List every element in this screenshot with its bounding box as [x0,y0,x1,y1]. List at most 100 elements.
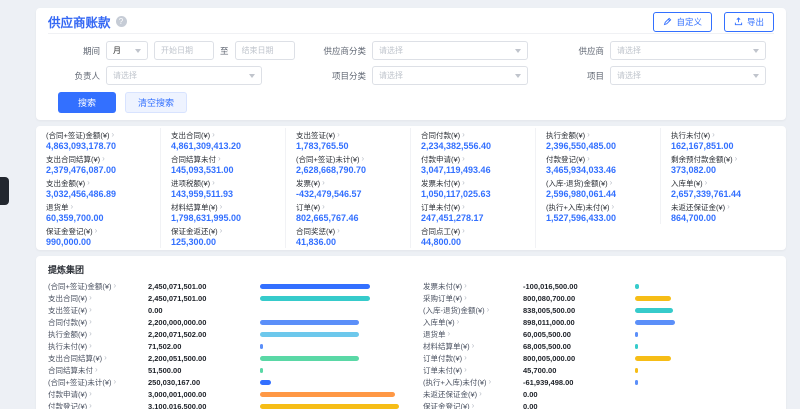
help-icon[interactable]: ? [116,16,127,27]
metric-card[interactable]: (执行+入库)未付(¥)›1,527,596,433.00 [536,200,661,224]
chart-row: 订单未付(¥)›45,700.00 [423,364,774,376]
chart-bar-track [635,380,774,385]
customize-button[interactable]: 自定义 [653,12,712,32]
chart-row-label[interactable]: 发票未付(¥)› [423,281,523,292]
chart-row-label[interactable]: 退货单› [423,329,523,340]
content: 供应商账款 ? 自定义 [36,8,786,409]
metric-card[interactable]: 订单未付(¥)›247,451,278.17 [411,200,536,224]
metric-card[interactable]: 未返还保证金(¥)›864,700.00 [661,200,786,224]
chart-row-label[interactable]: 入库单(¥)› [423,317,523,328]
metric-card[interactable]: 支出合同结算(¥)›2,379,476,087.00 [36,152,161,176]
sidebar-collapse-handle[interactable] [0,177,9,205]
chart-row-label[interactable]: 付款申请(¥)› [48,389,148,400]
metric-card[interactable]: 订单(¥)›802,665,767.46 [286,200,411,224]
metric-card[interactable]: 发票未付(¥)›1,050,117,025.63 [411,176,536,200]
chart-bar [260,392,395,397]
clear-search-button[interactable]: 清空搜索 [125,92,187,113]
owner-select[interactable]: 请选择 [106,66,262,85]
metric-value: 373,082.00 [671,165,776,175]
chart-row-label[interactable]: 材料结算单(¥)› [423,341,523,352]
chart-row: 订单付款(¥)›800,005,000.00 [423,352,774,364]
chart-row: 未返还保证金(¥)›0.00 [423,388,774,400]
metric-card[interactable]: 合同奖惩(¥)›41,836.00 [286,224,411,248]
header-card: 供应商账款 ? 自定义 [36,8,786,120]
chart-row-label[interactable]: (合同+签证)未计(¥)› [48,377,148,388]
period-unit-select[interactable]: 月 [106,41,148,60]
metric-card[interactable]: (合同+签证)金额(¥)›4,863,093,178.70 [36,128,161,152]
supplier-category-placeholder: 请选择 [379,45,403,56]
metric-card[interactable]: 合同点工(¥)›44,800.00 [411,224,536,248]
chevron-right-icon: › [95,366,98,374]
chart-row-label[interactable]: (入库-退货)金额(¥)› [423,305,523,316]
chart-row-value: 0.00 [523,390,635,399]
metric-card[interactable]: 材料结算单(¥)›1,798,631,995.00 [161,200,286,224]
chart-row-label[interactable]: 支出签证(¥)› [48,305,148,316]
chart-row-label[interactable]: 执行金额(¥)› [48,329,148,340]
chart-row-label[interactable]: (执行+入库)未付(¥)› [423,377,523,388]
chevron-right-icon: › [448,330,451,338]
chevron-right-icon: › [95,227,98,235]
supplier-select[interactable]: 请选择 [610,41,766,60]
chart-row-value: 60,005,500.00 [523,330,635,339]
metric-value: 2,628,668,790.70 [296,165,400,175]
chart-row-label[interactable]: (合同+签证)金额(¥)› [48,281,148,292]
chart-row-label[interactable]: 订单付款(¥)› [423,353,523,364]
search-button[interactable]: 搜索 [58,92,116,113]
metric-card[interactable]: 支出合同(¥)›4,861,309,413.20 [161,128,286,152]
project-category-select[interactable]: 请选择 [372,66,528,85]
chart-bar-track [260,380,399,385]
metric-card[interactable]: 剩余预付款金额(¥)›373,082.00 [661,152,786,176]
metric-card[interactable]: 合同付款(¥)›2,234,382,556.40 [411,128,536,152]
group-chart-card: 提炼集团 (合同+签证)金额(¥)›2,450,071,501.00支出合同(¥… [36,256,786,409]
chart-row-label[interactable]: 合同付款(¥)› [48,317,148,328]
chart-row-value: 838,005,500.00 [523,306,635,315]
metric-label: 进项税额(¥) [171,178,210,188]
metric-label: 材料结算单(¥) [171,202,218,212]
chevron-right-icon: › [89,306,92,314]
chevron-right-icon: › [464,366,467,374]
metric-label: 支出合同结算(¥) [46,154,100,164]
chart-row-label[interactable]: 付款登记(¥)› [48,401,148,409]
metric-card[interactable]: 退货单›60,359,700.00 [36,200,161,224]
chevron-right-icon: › [735,155,738,163]
chart-row-label[interactable]: 保证金登记(¥)› [423,401,523,409]
chart-row: (合同+签证)金额(¥)›2,450,071,501.00 [48,280,399,292]
metric-card[interactable]: 执行未付(¥)›162,167,851.00 [661,128,786,152]
metric-card[interactable]: 支出签证(¥)›1,783,765.50 [286,128,411,152]
chevron-right-icon: › [102,155,105,163]
chart-row-label[interactable]: 合同结算未付› [48,365,148,376]
metric-card[interactable]: 保证金登记(¥)›990,000.00 [36,224,161,248]
start-date-input[interactable] [154,41,214,60]
metric-card[interactable]: 支出金额(¥)›3,032,456,486.89 [36,176,161,200]
supplier-category-select[interactable]: 请选择 [372,41,528,60]
metric-card[interactable]: (入库-退货)金额(¥)›2,596,980,061.44 [536,176,661,200]
chart-row-label[interactable]: 订单未付(¥)› [423,365,523,376]
metric-card[interactable]: 付款申请(¥)›3,047,119,493.46 [411,152,536,176]
metric-card[interactable]: 入库单(¥)›2,657,339,761.44 [661,176,786,200]
chart-row-label[interactable]: 执行未付(¥)› [48,341,148,352]
metric-card[interactable]: 保证金返还(¥)›125,300.00 [161,224,286,248]
metric-card[interactable]: 合同结算未付›145,093,531.00 [161,152,286,176]
metric-label: 付款申请(¥) [421,154,460,164]
chart-row-label[interactable]: 采购订单(¥)› [423,293,523,304]
chart-bar-track [635,404,774,409]
group-title[interactable]: 提炼集团 [48,263,774,276]
chart-row-label[interactable]: 支出合同(¥)› [48,293,148,304]
chart-bar-track [260,368,399,373]
supplier-category-label: 供应商分类 [314,45,366,57]
chart-row-label[interactable]: 未返还保证金(¥)› [423,389,523,400]
project-select[interactable]: 请选择 [610,66,766,85]
chart-row-label[interactable]: 支出合同结算(¥)› [48,353,148,364]
metric-card[interactable]: 付款登记(¥)›3,465,934,033.46 [536,152,661,176]
chart-row-value: 45,700.00 [523,366,635,375]
metric-card[interactable]: 进项税额(¥)›143,959,511.93 [161,176,286,200]
chart-row: 付款登记(¥)›3,100,016,500.00 [48,400,399,409]
metric-value: 162,167,851.00 [671,141,776,151]
metric-card[interactable]: (合同+签证)未计(¥)›2,628,668,790.70 [286,152,411,176]
end-date-input[interactable] [235,41,295,60]
metric-card[interactable]: 执行金额(¥)›2,396,550,485.00 [536,128,661,152]
chart-bar-track [260,308,399,313]
metric-card[interactable]: 发票(¥)›-432,479,546.57 [286,176,411,200]
chevron-right-icon: › [472,402,475,409]
export-button[interactable]: 导出 [724,12,774,32]
